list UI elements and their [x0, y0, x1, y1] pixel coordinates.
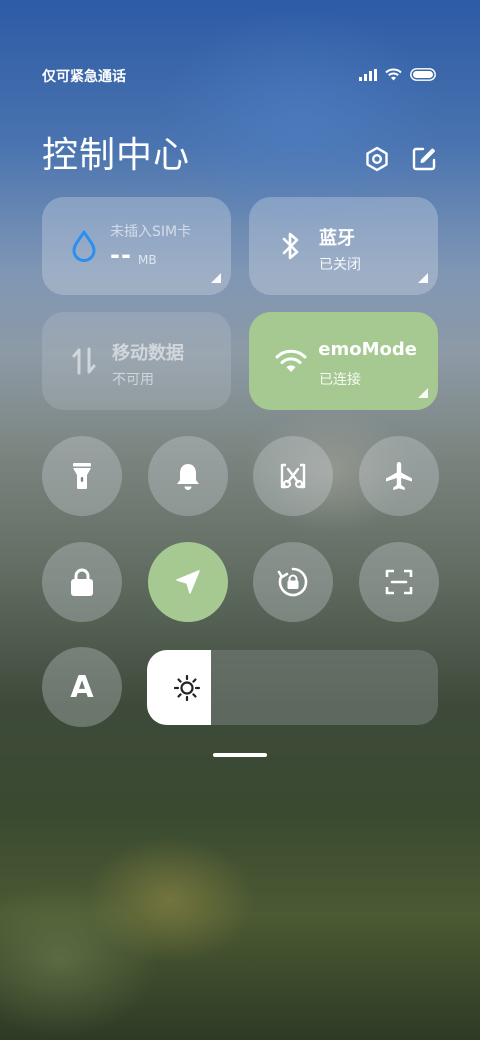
- carrier-text: 仅可紧急通话: [42, 69, 126, 85]
- location-toggle[interactable]: [148, 542, 228, 622]
- flashlight-icon: [73, 463, 91, 489]
- edit-icon: [412, 147, 436, 171]
- airplane-mode-toggle[interactable]: [359, 436, 439, 516]
- airplane-icon: [386, 462, 412, 490]
- water-drop-icon: [66, 228, 102, 264]
- mobile-data-status: 不可用: [112, 372, 154, 388]
- screenshot-toggle[interactable]: [253, 436, 333, 516]
- scan-icon: [385, 569, 413, 595]
- scanner-toggle[interactable]: [359, 542, 439, 622]
- bluetooth-status: 已关闭: [319, 257, 361, 273]
- navigation-arrow-icon: [176, 570, 200, 594]
- brightness-slider[interactable]: [147, 650, 438, 725]
- data-usage-tile[interactable]: 未插入SIM卡 -- MB: [42, 197, 231, 295]
- mobile-data-label: 移动数据: [112, 343, 184, 364]
- page-title: 控制中心: [42, 135, 191, 176]
- settings-button[interactable]: [362, 144, 392, 174]
- status-bar: 仅可紧急通话: [42, 64, 436, 88]
- data-usage-value: --: [110, 241, 132, 269]
- battery-icon: [410, 68, 436, 81]
- wifi-status: 已连接: [319, 372, 361, 388]
- sim-status-label: 未插入SIM卡: [110, 224, 192, 240]
- expand-corner-icon: [418, 388, 428, 398]
- edit-button[interactable]: [409, 144, 439, 174]
- settings-hexagon-icon: [366, 146, 388, 172]
- expand-corner-icon: [418, 273, 428, 283]
- auto-brightness-label: A: [70, 669, 94, 705]
- rotation-lock-icon: [277, 567, 308, 597]
- rotation-lock-toggle[interactable]: [253, 542, 333, 622]
- lock-icon: [71, 568, 93, 596]
- signal-icon: [359, 68, 377, 81]
- mobile-data-tile[interactable]: 移动数据 不可用: [42, 312, 231, 410]
- wifi-tile[interactable]: DemoMode 已连接: [249, 312, 438, 410]
- bluetooth-icon: [273, 228, 309, 264]
- wifi-status-icon: [385, 68, 402, 81]
- wifi-network-name: DemoMode: [319, 339, 417, 360]
- auto-brightness-button[interactable]: A: [42, 647, 122, 727]
- bluetooth-label: 蓝牙: [319, 228, 355, 249]
- data-usage-unit: MB: [138, 253, 157, 267]
- scissors-icon: [280, 463, 306, 489]
- brightness-sun-icon: [173, 674, 201, 702]
- flashlight-toggle[interactable]: [42, 436, 122, 516]
- mobile-data-arrows-icon: [66, 343, 102, 379]
- bell-icon: [177, 464, 199, 490]
- wifi-icon: [273, 343, 309, 379]
- notifications-toggle[interactable]: [148, 436, 228, 516]
- bluetooth-tile[interactable]: 蓝牙 已关闭: [249, 197, 438, 295]
- drag-handle[interactable]: [213, 753, 267, 757]
- lock-screen-toggle[interactable]: [42, 542, 122, 622]
- expand-corner-icon: [211, 273, 221, 283]
